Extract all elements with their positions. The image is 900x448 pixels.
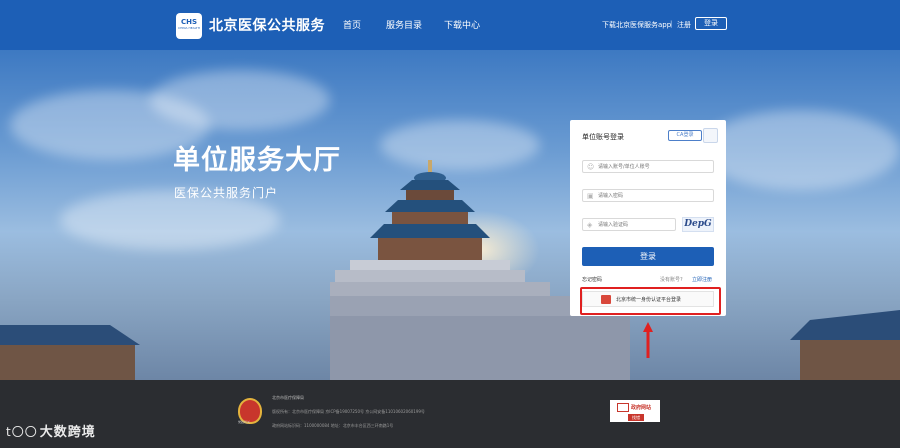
header-login-button[interactable]: 登录: [695, 17, 727, 30]
gov-badge-sub: 找错: [628, 414, 644, 421]
nav-home[interactable]: 首页: [343, 18, 361, 31]
ca-login-tab[interactable]: CA登录: [668, 130, 702, 141]
chs-logo[interactable]: CHS CHINA HEALTH: [176, 13, 202, 39]
right-hall-image: [790, 310, 900, 380]
nav-download-center[interactable]: 下载中心: [444, 18, 480, 31]
annotation-arrow: [643, 322, 653, 358]
logo-subtext: CHINA HEALTH: [177, 26, 201, 30]
login-card-title: 单位账号登录: [582, 133, 624, 141]
qr-code-icon[interactable]: [703, 128, 718, 143]
watermark-logo-icon: t〇〇: [6, 425, 38, 439]
hero-subtitle: 医保公共服务门户: [174, 186, 279, 200]
user-icon: ☺: [587, 163, 595, 171]
no-account-text: 没有账号?: [660, 277, 683, 283]
account-field[interactable]: ☺: [582, 160, 714, 173]
watermark: t〇〇 大数跨境: [6, 421, 96, 440]
download-app-link[interactable]: 下载北京医保服务app: [602, 20, 671, 30]
hero-title: 单位服务大厅: [173, 145, 341, 176]
account-input[interactable]: [598, 162, 708, 172]
lock-icon: ▣: [587, 192, 594, 200]
site-title[interactable]: 北京医保公共服务: [209, 15, 325, 35]
cloud-decoration: [700, 110, 900, 190]
footer-copyright: 版权所有：北京市医疗保障局 京ICP备19007250号 京公网安备110106…: [272, 409, 425, 414]
footer-organization: 北京市医疗保障局: [272, 395, 304, 400]
shield-icon: ◈: [587, 221, 593, 229]
cloud-decoration: [150, 70, 330, 130]
login-submit-button[interactable]: 登录: [582, 247, 714, 266]
forgot-password-link[interactable]: 忘记密码: [582, 276, 602, 283]
header-register-link[interactable]: 注册: [677, 20, 691, 30]
gov-badge-icon: [617, 403, 629, 412]
captcha-input[interactable]: [598, 220, 672, 230]
footer-address: 政府网站标识码：1100000084 地址：北京市丰台区西三环南路1号: [272, 423, 394, 428]
hero-banner: 单位服务大厅 医保公共服务门户: [0, 50, 900, 380]
gov-badge-title: 政府网站: [631, 405, 652, 411]
password-input[interactable]: [598, 191, 708, 201]
top-header: CHS CHINA HEALTH 北京医保公共服务 首页 服务目录 下载中心 下…: [0, 0, 900, 50]
left-hall-image: [0, 325, 140, 380]
emblem-caption: 党政机关: [238, 420, 251, 424]
register-now-link[interactable]: 立即注册: [692, 276, 712, 283]
password-field[interactable]: ▣: [582, 189, 714, 202]
header-separator: |: [670, 20, 673, 28]
nav-service-directory[interactable]: 服务目录: [386, 18, 422, 31]
watermark-text: 大数跨境: [39, 425, 96, 440]
captcha-image[interactable]: DepG: [682, 217, 714, 232]
logo-text: CHS: [180, 18, 198, 26]
page-footer: [0, 380, 900, 448]
annotation-highlight-box: [580, 287, 721, 315]
gov-website-badge[interactable]: 政府网站 找错: [610, 400, 660, 422]
captcha-field[interactable]: ◈: [582, 218, 676, 231]
